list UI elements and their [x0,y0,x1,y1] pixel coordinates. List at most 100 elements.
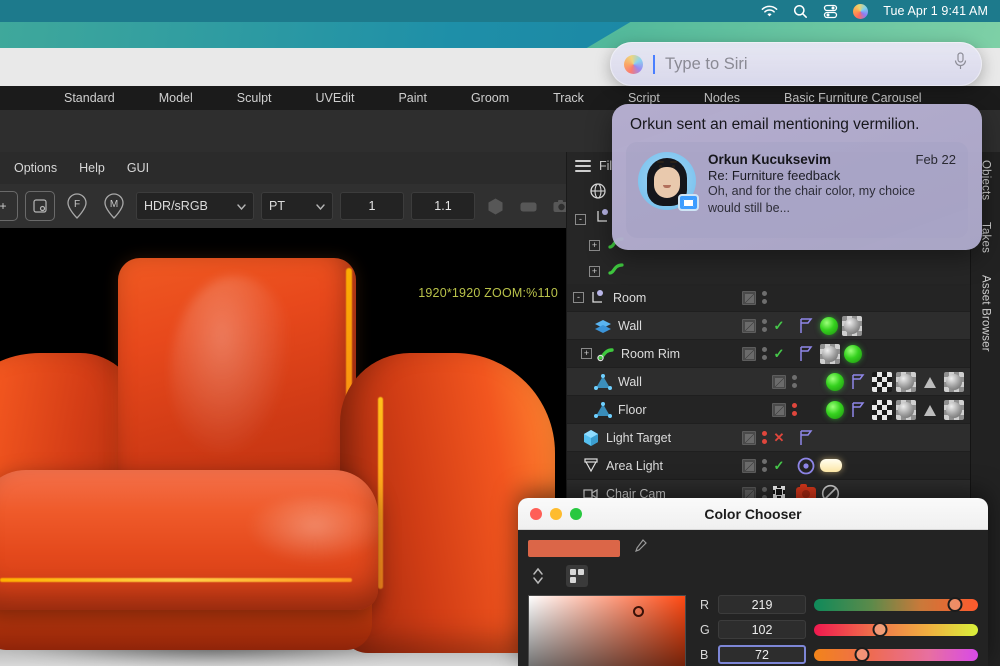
green-material-tag[interactable] [826,401,844,419]
outliner-row-floor[interactable]: Floor [567,396,970,424]
wifi-icon[interactable] [761,5,778,18]
visibility-dots[interactable] [760,459,768,472]
hexagon-icon[interactable] [482,193,508,219]
search-icon[interactable] [793,4,808,19]
checker-material-tag[interactable] [872,400,892,420]
expander-icon[interactable]: + [581,348,592,359]
enable-mark[interactable]: ✓ [772,458,786,474]
sphere-material-tag[interactable] [944,372,964,392]
microphone-icon[interactable] [953,52,968,76]
object-tag-icon[interactable] [772,403,786,417]
color-chooser-window[interactable]: Color Chooser [518,498,988,666]
menu-gui[interactable]: GUI [127,161,149,175]
visibility-dots[interactable] [790,375,798,388]
eyedropper-icon[interactable] [632,538,648,559]
siri-icon[interactable] [853,4,868,19]
channel-slider-r[interactable] [814,599,978,611]
object-tag-icon[interactable] [742,459,756,473]
siri-search-bar[interactable]: Type to Siri [610,42,982,86]
grid-layout-icon[interactable] [566,565,588,587]
green-material-tag[interactable] [826,373,844,391]
tab-nodes[interactable]: Nodes [696,91,748,105]
visibility-dots[interactable] [760,347,768,360]
channel-slider-g[interactable] [814,624,978,636]
menubar-clock[interactable]: Tue Apr 1 9:41 AM [883,4,988,18]
sphere-material-tag[interactable] [944,400,964,420]
tab-sculpt[interactable]: Sculpt [229,91,280,105]
visibility-dots[interactable] [760,291,768,304]
siri-input[interactable]: Type to Siri [665,55,943,74]
expander-icon[interactable]: - [575,214,586,225]
render-viewport[interactable]: 1920*1920 ZOOM:%110 [0,228,566,666]
checker-material-tag[interactable] [872,372,892,392]
flag-tag-icon[interactable] [796,316,816,336]
notification-card[interactable]: Orkun Kucuksevim Feb 22 Re: Furniture fe… [626,142,968,238]
sphere-material-tag[interactable] [842,316,862,336]
menu-options[interactable]: Options [14,161,57,175]
up-down-arrows-icon[interactable] [532,566,544,586]
outliner-row-child-2[interactable]: + [567,258,970,284]
outliner-row-room[interactable]: - Room [567,284,970,312]
tab-uvedit[interactable]: UVEdit [308,91,363,105]
sphere-material-tag[interactable] [896,372,916,392]
current-color-swatch[interactable] [528,540,620,557]
menu-help[interactable]: Help [79,161,105,175]
visibility-dots[interactable] [760,319,768,332]
object-tag-icon[interactable] [742,347,756,361]
triangle-tag-icon[interactable] [920,372,940,392]
flag-tag-icon[interactable] [796,428,816,448]
slider-knob-g[interactable] [872,622,887,637]
control-center-icon[interactable] [823,4,838,19]
flag-tag-icon[interactable] [796,344,816,364]
gamma-field[interactable]: 1.1 [411,192,475,220]
outliner-row-room-rim[interactable]: + Room Rim ✓ [567,340,970,368]
email-notification[interactable]: Orkun sent an email mentioning vermilion… [612,104,982,250]
visibility-dots[interactable] [790,403,798,416]
outliner-row-wall-1[interactable]: Wall ✓ [567,312,970,340]
rounded-rect-icon[interactable] [515,193,541,219]
channel-value-r[interactable]: 219 [718,595,806,614]
disable-mark[interactable]: ✕ [772,430,786,446]
green-material-tag[interactable] [844,345,862,363]
channel-value-b[interactable]: 72 [718,645,806,664]
expander-icon[interactable]: - [573,292,584,303]
slider-knob-b[interactable] [854,647,869,662]
tab-model[interactable]: Model [151,91,201,105]
visibility-dots[interactable] [760,431,768,444]
render-region-button[interactable] [25,191,55,221]
tab-groom[interactable]: Groom [463,91,517,105]
channel-value-g[interactable]: 102 [718,620,806,639]
pin-m-icon[interactable]: M [99,191,129,221]
outliner-file-menu[interactable]: Fil [599,159,612,173]
light-color-swatch[interactable] [820,459,842,472]
side-tab-asset-browser[interactable]: Asset Browser [980,275,992,352]
add-button[interactable]: + [0,191,18,221]
enable-mark[interactable]: ✓ [772,346,786,362]
tab-standard[interactable]: Standard [56,91,123,105]
flag-tag-icon[interactable] [848,400,868,420]
slider-knob-r[interactable] [948,597,963,612]
pin-f-icon[interactable]: F [62,191,92,221]
channel-slider-b[interactable] [814,649,978,661]
object-tag-icon[interactable] [742,319,756,333]
expander-icon[interactable]: + [589,240,600,251]
colorspace-dropdown[interactable]: HDR/sRGB [136,192,254,220]
color-picker-cursor[interactable] [633,606,644,617]
tab-track[interactable]: Track [545,91,592,105]
expander-icon[interactable]: + [589,266,600,277]
sphere-material-tag[interactable] [820,344,840,364]
object-tag-icon[interactable] [742,291,756,305]
object-tag-icon[interactable] [742,431,756,445]
menu-icon[interactable] [575,160,591,172]
flag-tag-icon[interactable] [848,372,868,392]
green-material-tag[interactable] [820,317,838,335]
tab-paint[interactable]: Paint [390,91,435,105]
outliner-row-wall-2[interactable]: Wall [567,368,970,396]
enable-mark[interactable]: ✓ [772,318,786,334]
color-gradient-field[interactable] [528,595,686,666]
tab-basic-furniture-carousel[interactable]: Basic Furniture Carousel [776,91,930,105]
object-tag-icon[interactable] [772,375,786,389]
renderer-dropdown[interactable]: PT [261,192,333,220]
samples-field[interactable]: 1 [340,192,404,220]
outliner-row-light-target[interactable]: Light Target ✕ [567,424,970,452]
